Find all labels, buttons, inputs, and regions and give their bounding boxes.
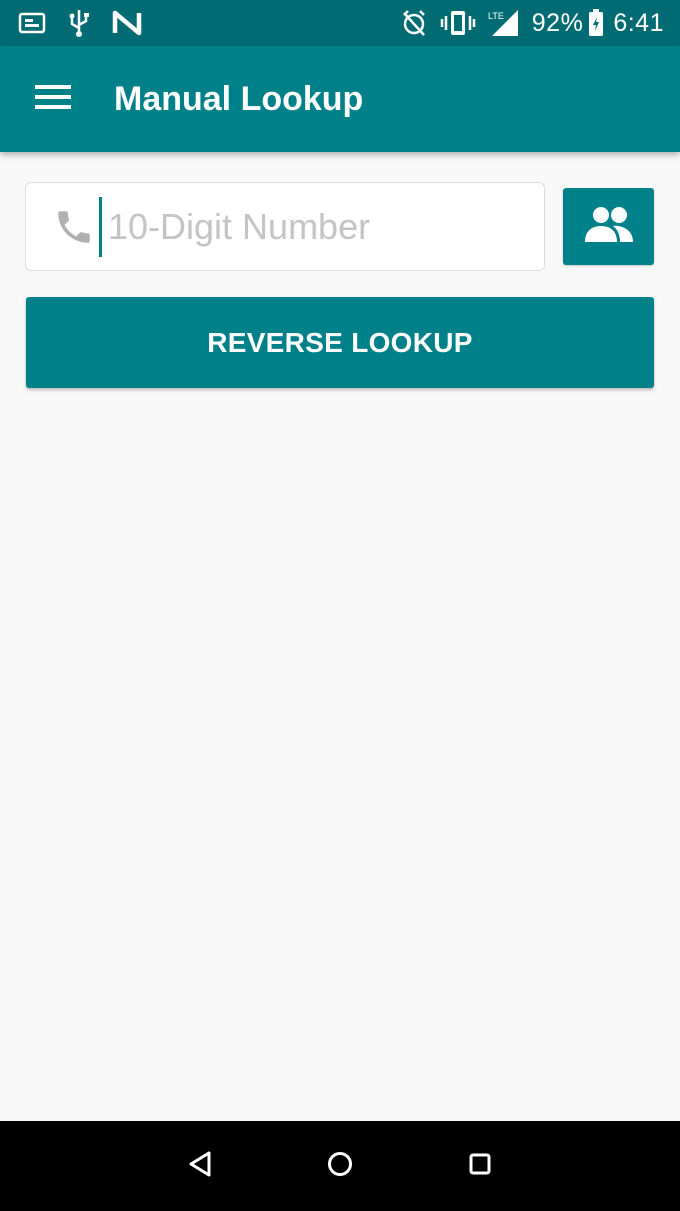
menu-button[interactable] [17,63,89,135]
system-nav-bar [0,1121,680,1211]
reverse-lookup-button[interactable]: REVERSE LOOKUP [26,297,654,388]
nav-recents-button[interactable] [450,1136,510,1196]
page-title: Manual Lookup [114,79,364,118]
phone-number-input[interactable] [99,196,519,257]
battery-percent: 92% [531,8,584,37]
hamburger-menu-icon [35,83,71,116]
clock: 6:41 [613,8,664,37]
app-bar: Manual Lookup [0,46,680,152]
signal-icon: LTE [488,8,520,38]
status-bar: LTE 92% 6:41 [0,0,680,46]
svg-text:LTE: LTE [488,11,504,21]
nav-back-button[interactable] [170,1136,230,1196]
battery-icon [587,8,605,38]
contacts-button[interactable] [563,188,654,265]
nfc-icon [112,10,142,36]
sim-card-icon [18,11,46,35]
vibrate-icon [440,9,476,37]
status-bar-left [18,8,164,38]
status-bar-right: LTE 92% 6:41 [388,8,664,38]
home-circle-icon [326,1150,354,1183]
alarm-off-icon [400,9,428,37]
nav-home-button[interactable] [310,1136,370,1196]
main-content: REVERSE LOOKUP [0,152,680,1121]
usb-icon [68,8,90,38]
recents-square-icon [467,1151,493,1182]
phone-icon [51,204,97,250]
contacts-icon [579,202,639,251]
back-triangle-icon [187,1150,213,1183]
phone-number-field[interactable] [25,182,545,271]
